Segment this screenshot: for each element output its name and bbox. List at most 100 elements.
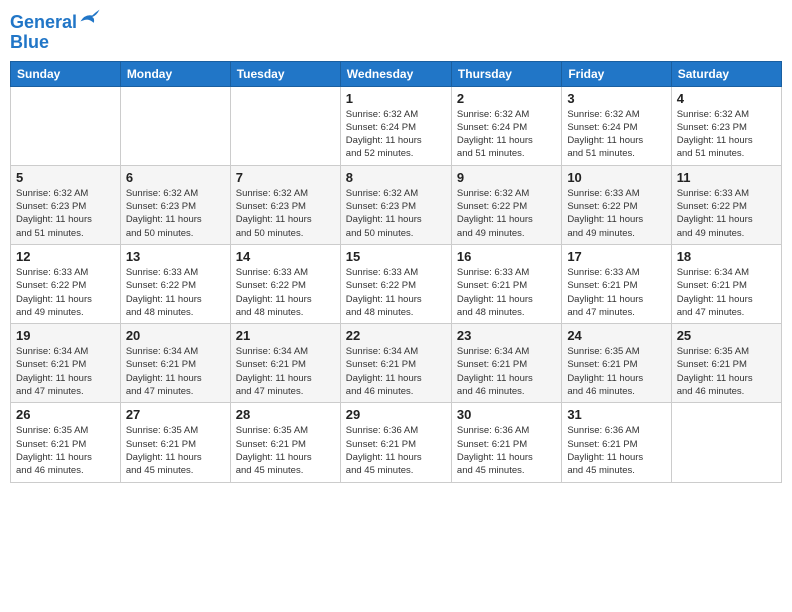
cell-info-text: Sunrise: 6:36 AM Sunset: 6:21 PM Dayligh… (457, 424, 556, 477)
cell-info-text: Sunrise: 6:33 AM Sunset: 6:22 PM Dayligh… (126, 266, 225, 319)
cell-day-number: 22 (346, 328, 446, 343)
calendar-cell: 23 Sunrise: 6:34 AM Sunset: 6:21 PM Dayli… (451, 324, 561, 403)
cell-day-number: 21 (236, 328, 335, 343)
cell-day-number: 24 (567, 328, 665, 343)
cell-day-number: 26 (16, 407, 115, 422)
calendar-cell: 27Sunrise: 6:35 AM Sunset: 6:21 PM Dayli… (120, 403, 230, 482)
calendar-cell: 7 Sunrise: 6:32 AM Sunset: 6:23 PM Daylig… (230, 165, 340, 244)
calendar-cell (11, 86, 121, 165)
cell-info-text: Sunrise: 6:32 AM Sunset: 6:23 PM Dayligh… (236, 187, 335, 240)
cell-info-text: Sunrise: 6:32 AM Sunset: 6:23 PM Dayligh… (16, 187, 115, 240)
calendar-cell: 5 Sunrise: 6:32 AM Sunset: 6:23 PM Daylig… (11, 165, 121, 244)
cell-info-text: Sunrise: 6:35 AM Sunset: 6:21 PM Dayligh… (16, 424, 115, 477)
cell-day-number: 17 (567, 249, 665, 264)
cell-info-text: Sunrise: 6:32 AM Sunset: 6:24 PM Dayligh… (567, 108, 665, 161)
cell-day-number: 29 (346, 407, 446, 422)
cell-day-number: 23 (457, 328, 556, 343)
cell-info-text: Sunrise: 6:33 AM Sunset: 6:21 PM Dayligh… (457, 266, 556, 319)
cell-info-text: Sunrise: 6:32 AM Sunset: 6:23 PM Dayligh… (126, 187, 225, 240)
cell-day-number: 8 (346, 170, 446, 185)
cell-day-number: 13 (126, 249, 225, 264)
calendar-week-row: 26 Sunrise: 6:35 AM Sunset: 6:21 PM Dayli… (11, 403, 782, 482)
calendar-cell: 11Sunrise: 6:33 AM Sunset: 6:22 PM Dayli… (671, 165, 781, 244)
calendar-header-row: SundayMondayTuesdayWednesdayThursdayFrid… (11, 61, 782, 86)
cell-info-text: Sunrise: 6:34 AM Sunset: 6:21 PM Dayligh… (457, 345, 556, 398)
calendar-cell: 28Sunrise: 6:35 AM Sunset: 6:21 PM Dayli… (230, 403, 340, 482)
cell-info-text: Sunrise: 6:35 AM Sunset: 6:21 PM Dayligh… (126, 424, 225, 477)
day-header-tuesday: Tuesday (230, 61, 340, 86)
logo-text: GeneralBlue (10, 10, 101, 53)
cell-info-text: Sunrise: 6:35 AM Sunset: 6:21 PM Dayligh… (567, 345, 665, 398)
cell-info-text: Sunrise: 6:33 AM Sunset: 6:21 PM Dayligh… (567, 266, 665, 319)
cell-day-number: 20 (126, 328, 225, 343)
cell-info-text: Sunrise: 6:33 AM Sunset: 6:22 PM Dayligh… (567, 187, 665, 240)
cell-info-text: Sunrise: 6:34 AM Sunset: 6:21 PM Dayligh… (16, 345, 115, 398)
day-header-saturday: Saturday (671, 61, 781, 86)
calendar-cell: 17 Sunrise: 6:33 AM Sunset: 6:21 PM Dayli… (562, 244, 671, 323)
cell-info-text: Sunrise: 6:34 AM Sunset: 6:21 PM Dayligh… (346, 345, 446, 398)
cell-info-text: Sunrise: 6:32 AM Sunset: 6:23 PM Dayligh… (346, 187, 446, 240)
cell-day-number: 5 (16, 170, 115, 185)
day-header-sunday: Sunday (11, 61, 121, 86)
cell-day-number: 11 (677, 170, 776, 185)
day-header-friday: Friday (562, 61, 671, 86)
calendar-cell: 21 Sunrise: 6:34 AM Sunset: 6:21 PM Dayli… (230, 324, 340, 403)
calendar-cell (230, 86, 340, 165)
calendar-cell: 3 Sunrise: 6:32 AM Sunset: 6:24 PM Daylig… (562, 86, 671, 165)
calendar-cell: 18Sunrise: 6:34 AM Sunset: 6:21 PM Dayli… (671, 244, 781, 323)
cell-info-text: Sunrise: 6:32 AM Sunset: 6:24 PM Dayligh… (457, 108, 556, 161)
cell-info-text: Sunrise: 6:36 AM Sunset: 6:21 PM Dayligh… (346, 424, 446, 477)
cell-info-text: Sunrise: 6:34 AM Sunset: 6:21 PM Dayligh… (126, 345, 225, 398)
cell-info-text: Sunrise: 6:32 AM Sunset: 6:23 PM Dayligh… (677, 108, 776, 161)
cell-info-text: Sunrise: 6:34 AM Sunset: 6:21 PM Dayligh… (236, 345, 335, 398)
calendar-cell: 22 Sunrise: 6:34 AM Sunset: 6:21 PM Dayli… (340, 324, 451, 403)
cell-day-number: 25 (677, 328, 776, 343)
cell-info-text: Sunrise: 6:33 AM Sunset: 6:22 PM Dayligh… (236, 266, 335, 319)
calendar-cell: 26 Sunrise: 6:35 AM Sunset: 6:21 PM Dayli… (11, 403, 121, 482)
calendar-week-row: 19Sunrise: 6:34 AM Sunset: 6:21 PM Dayli… (11, 324, 782, 403)
cell-info-text: Sunrise: 6:32 AM Sunset: 6:24 PM Dayligh… (346, 108, 446, 161)
calendar-cell: 16 Sunrise: 6:33 AM Sunset: 6:21 PM Dayli… (451, 244, 561, 323)
calendar-cell: 10Sunrise: 6:33 AM Sunset: 6:22 PM Dayli… (562, 165, 671, 244)
calendar-cell: 2 Sunrise: 6:32 AM Sunset: 6:24 PM Daylig… (451, 86, 561, 165)
calendar-cell: 9 Sunrise: 6:32 AM Sunset: 6:22 PM Daylig… (451, 165, 561, 244)
calendar-cell: 31Sunrise: 6:36 AM Sunset: 6:21 PM Dayli… (562, 403, 671, 482)
day-header-wednesday: Wednesday (340, 61, 451, 86)
cell-info-text: Sunrise: 6:33 AM Sunset: 6:22 PM Dayligh… (346, 266, 446, 319)
cell-day-number: 30 (457, 407, 556, 422)
cell-info-text: Sunrise: 6:32 AM Sunset: 6:22 PM Dayligh… (457, 187, 556, 240)
cell-day-number: 2 (457, 91, 556, 106)
calendar-cell (671, 403, 781, 482)
calendar-cell: 20 Sunrise: 6:34 AM Sunset: 6:21 PM Dayli… (120, 324, 230, 403)
calendar-table: SundayMondayTuesdayWednesdayThursdayFrid… (10, 61, 782, 483)
day-header-thursday: Thursday (451, 61, 561, 86)
cell-day-number: 12 (16, 249, 115, 264)
calendar-cell: 29 Sunrise: 6:36 AM Sunset: 6:21 PM Dayli… (340, 403, 451, 482)
calendar-cell: 6 Sunrise: 6:32 AM Sunset: 6:23 PM Daylig… (120, 165, 230, 244)
calendar-cell: 15Sunrise: 6:33 AM Sunset: 6:22 PM Dayli… (340, 244, 451, 323)
logo: GeneralBlue (10, 10, 101, 53)
cell-day-number: 14 (236, 249, 335, 264)
calendar-week-row: 1 Sunrise: 6:32 AM Sunset: 6:24 PM Daylig… (11, 86, 782, 165)
cell-day-number: 4 (677, 91, 776, 106)
cell-day-number: 9 (457, 170, 556, 185)
calendar-cell: 1 Sunrise: 6:32 AM Sunset: 6:24 PM Daylig… (340, 86, 451, 165)
cell-info-text: Sunrise: 6:35 AM Sunset: 6:21 PM Dayligh… (677, 345, 776, 398)
calendar-cell: 25 Sunrise: 6:35 AM Sunset: 6:21 PM Dayli… (671, 324, 781, 403)
cell-day-number: 28 (236, 407, 335, 422)
cell-day-number: 16 (457, 249, 556, 264)
header: GeneralBlue (10, 10, 782, 53)
cell-info-text: Sunrise: 6:36 AM Sunset: 6:21 PM Dayligh… (567, 424, 665, 477)
logo-bird-icon (79, 6, 101, 28)
cell-day-number: 6 (126, 170, 225, 185)
calendar-cell: 30 Sunrise: 6:36 AM Sunset: 6:21 PM Dayli… (451, 403, 561, 482)
cell-day-number: 3 (567, 91, 665, 106)
cell-day-number: 1 (346, 91, 446, 106)
calendar-week-row: 5 Sunrise: 6:32 AM Sunset: 6:23 PM Daylig… (11, 165, 782, 244)
cell-day-number: 7 (236, 170, 335, 185)
calendar-cell: 24 Sunrise: 6:35 AM Sunset: 6:21 PM Dayli… (562, 324, 671, 403)
calendar-week-row: 12 Sunrise: 6:33 AM Sunset: 6:22 PM Dayli… (11, 244, 782, 323)
calendar-cell: 12Sunrise: 6:33 AM Sunset: 6:22 PM Dayli… (11, 244, 121, 323)
day-header-monday: Monday (120, 61, 230, 86)
calendar-cell: 4 Sunrise: 6:32 AM Sunset: 6:23 PM Daylig… (671, 86, 781, 165)
